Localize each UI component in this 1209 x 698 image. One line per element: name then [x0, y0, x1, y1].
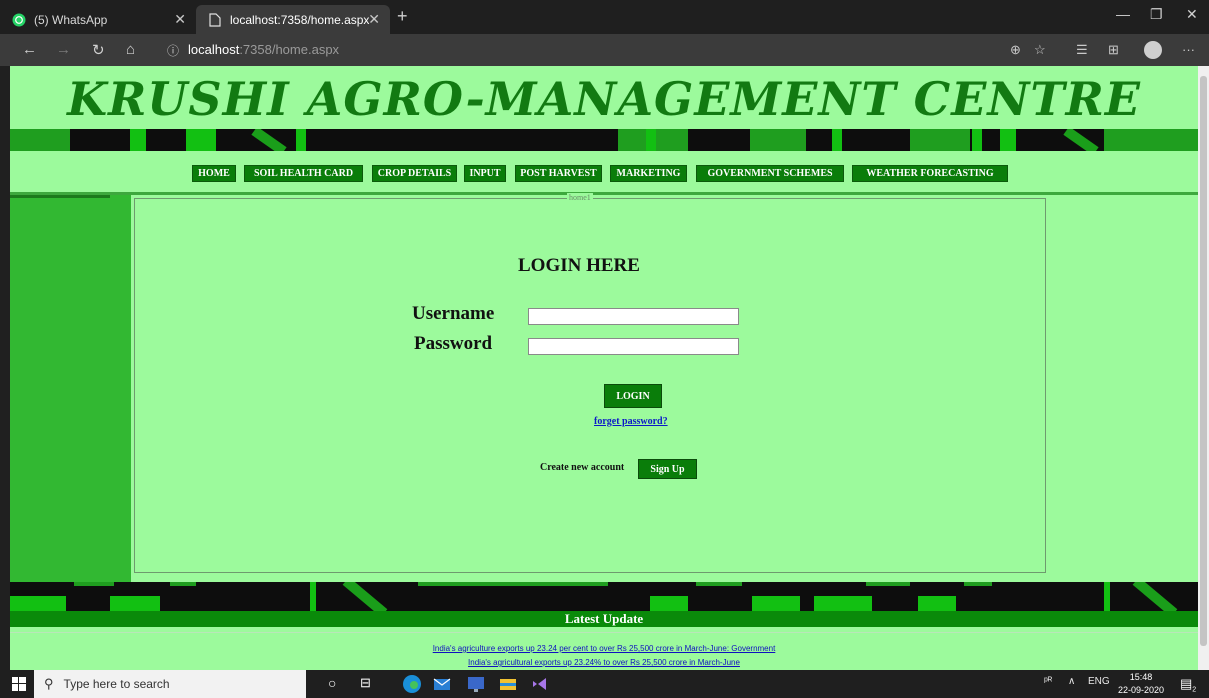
site-title: KRUSHI AGRO-MANAGEMENT CENTRE: [67, 72, 1141, 126]
menu-marketing[interactable]: MARKETING: [610, 165, 687, 182]
url-rest: :7358/home.aspx: [239, 42, 340, 57]
header-decor-stripe: [10, 129, 1198, 151]
profile-avatar[interactable]: [1144, 41, 1162, 59]
clock-date: 22-09-2020: [1118, 685, 1165, 695]
login-button[interactable]: LOGIN: [604, 384, 662, 408]
address-bar: ← → ↻ ⌂ ⓘ localhost:7358/home.aspx ⊕ ☆ ☰…: [0, 34, 1209, 66]
web-page: KRUSHI AGRO-MANAGEMENT CENTRE HOME SOIL …: [10, 66, 1198, 670]
language-indicator[interactable]: ENG: [1088, 676, 1110, 687]
zoom-icon[interactable]: ⊕: [1010, 42, 1021, 58]
refresh-icon[interactable]: ↻: [92, 41, 105, 59]
maximize-icon[interactable]: ❐: [1150, 6, 1163, 23]
menu-soil-health-card[interactable]: SOIL HEALTH CARD: [244, 165, 363, 182]
news-link[interactable]: India's agricultural exports up 23.24% t…: [10, 658, 1198, 667]
close-window-icon[interactable]: ✕: [1186, 6, 1198, 23]
browser-tab-bar: (5) WhatsApp ✕ localhost:7358/home.aspx …: [0, 0, 1209, 34]
signup-button[interactable]: Sign Up: [638, 459, 697, 479]
news-link[interactable]: India's agriculture exports up 23.24 per…: [10, 644, 1198, 653]
close-tab-icon[interactable]: ✕: [368, 11, 380, 28]
tab-whatsapp[interactable]: (5) WhatsApp ✕: [0, 5, 196, 34]
username-label: Username: [412, 303, 495, 324]
edge-icon[interactable]: [402, 674, 422, 694]
home-icon[interactable]: ⌂: [126, 41, 135, 58]
show-hidden-icons[interactable]: ∧: [1068, 676, 1075, 687]
task-view-icon[interactable]: ⊟: [360, 675, 371, 691]
menu-input[interactable]: INPUT: [464, 165, 506, 182]
menu-crop-details[interactable]: CROP DETAILS: [372, 165, 457, 182]
new-tab-icon[interactable]: +: [397, 6, 408, 27]
fieldset-legend: home1: [567, 193, 593, 202]
password-input[interactable]: [528, 338, 739, 355]
login-title: LOGIN HERE: [518, 255, 640, 276]
visual-studio-icon[interactable]: [530, 674, 550, 694]
page-scrollbar[interactable]: [1198, 66, 1209, 670]
notification-icon[interactable]: ▤2: [1180, 676, 1196, 694]
taskbar-clock[interactable]: 15:48 22-09-2020: [1118, 671, 1164, 697]
favorites-icon[interactable]: ☰: [1076, 42, 1088, 58]
username-input[interactable]: [528, 308, 739, 325]
page-icon: [208, 12, 222, 27]
tab-whatsapp-label: (5) WhatsApp: [34, 12, 108, 27]
create-account-label: Create new account: [540, 462, 625, 473]
whatsapp-icon: [12, 13, 26, 27]
taskbar-search-placeholder: Type here to search: [63, 677, 170, 691]
news-marquee: India's agriculture exports up 23.24 per…: [10, 632, 1198, 670]
more-icon[interactable]: ···: [1182, 42, 1195, 57]
footer-decor-stripe: [10, 582, 1198, 612]
search-icon: ⚲: [44, 676, 54, 691]
remote-desktop-icon[interactable]: [466, 674, 486, 694]
people-icon[interactable]: ᵖᴿ: [1044, 676, 1052, 687]
windows-start-icon[interactable]: [12, 677, 26, 696]
content-top-border: [10, 192, 1198, 195]
menu-weather-forecasting[interactable]: WEATHER FORECASTING: [852, 165, 1008, 182]
back-icon[interactable]: ←: [22, 41, 37, 58]
site-info-icon[interactable]: ⓘ: [167, 42, 179, 59]
mail-icon[interactable]: [432, 674, 452, 694]
tab-localhost-label: localhost:7358/home.aspx: [230, 12, 370, 27]
windows-taskbar: ⚲ Type here to search ○ ⊟ ᵖᴿ ∧ ENG 15:48…: [0, 670, 1209, 698]
url-host: localhost: [188, 42, 240, 57]
url-field[interactable]: localhost:7358/home.aspx: [188, 42, 339, 57]
clock-time: 15:48: [1129, 672, 1153, 682]
tab-localhost[interactable]: localhost:7358/home.aspx ✕: [196, 5, 390, 34]
latest-update-header: Latest Update: [10, 611, 1198, 627]
menu-home[interactable]: HOME: [192, 165, 236, 182]
forward-icon[interactable]: →: [56, 41, 71, 58]
menu-post-harvest[interactable]: POST HARVEST: [515, 165, 602, 182]
main-menu: HOME SOIL HEALTH CARD CROP DETAILS INPUT…: [10, 165, 1198, 183]
file-explorer-icon[interactable]: [498, 674, 518, 694]
left-sidebar: [10, 195, 131, 582]
forgot-password-link[interactable]: forget password?: [594, 416, 668, 427]
menu-government-schemes[interactable]: GOVERNMENT SCHEMES: [696, 165, 844, 182]
collections-icon[interactable]: ⊞: [1108, 42, 1119, 58]
cortana-icon[interactable]: ○: [328, 675, 336, 691]
password-label: Password: [414, 333, 493, 354]
notification-count: 2: [1192, 686, 1197, 694]
favorite-star-icon[interactable]: ☆: [1034, 42, 1046, 58]
close-tab-icon[interactable]: ✕: [174, 11, 186, 28]
minimize-icon[interactable]: —: [1116, 6, 1130, 22]
taskbar-search[interactable]: ⚲ Type here to search: [34, 670, 306, 698]
